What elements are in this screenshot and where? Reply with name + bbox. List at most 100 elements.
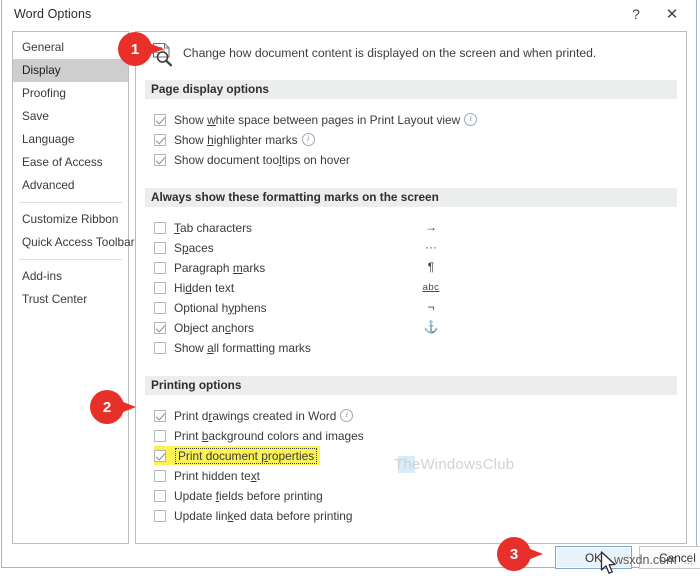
sidebar-item-language[interactable]: Language bbox=[13, 128, 128, 151]
checkbox-label-update-linked-data-before-printing: Update linked data before printing bbox=[174, 508, 353, 523]
accelerator-char: k bbox=[227, 508, 234, 523]
accelerator-char: y bbox=[228, 300, 235, 315]
title-bar: Word Options ? ✕ bbox=[2, 0, 696, 30]
checkbox-paragraph-marks[interactable] bbox=[154, 261, 166, 274]
sidebar-item-save[interactable]: Save bbox=[13, 105, 128, 128]
checkbox-show-all-formatting-marks[interactable] bbox=[154, 341, 166, 354]
checkbox-row-paragraph-marks[interactable]: Paragraph marks bbox=[154, 258, 265, 277]
checkbox-row-print-background-colors-and-images[interactable]: Print background colors and images bbox=[154, 426, 364, 445]
checkbox-spaces[interactable] bbox=[154, 241, 166, 254]
accelerator-char: x bbox=[250, 468, 257, 483]
checkbox-update-fields-before-printing[interactable] bbox=[154, 489, 166, 502]
sidebar-item-ease-of-access[interactable]: Ease of Access bbox=[13, 151, 128, 174]
space-dots-icon: ··· bbox=[425, 240, 437, 254]
sidebar-item-label: Add-ins bbox=[22, 269, 62, 283]
checkbox-label-print-background-colors-and-images: Print background colors and images bbox=[174, 428, 364, 443]
pilcrow-icon: ¶ bbox=[427, 260, 435, 274]
checkbox-row-show-white-space-between-pages-in-print-layout-view[interactable]: Show white space between pages in Print … bbox=[154, 110, 478, 129]
sidebar-item-label: Quick Access Toolbar bbox=[22, 235, 135, 249]
sidebar-item-general[interactable]: General bbox=[13, 36, 128, 59]
callout-marker-2: 2 bbox=[90, 390, 136, 424]
checkbox-show-white-space-between-pages-in-print-layout-view[interactable] bbox=[154, 113, 166, 126]
checkbox-optional-hyphens[interactable] bbox=[154, 301, 166, 314]
accelerator-char: r bbox=[208, 408, 213, 423]
checkbox-label-hidden-text: Hidden text bbox=[174, 280, 235, 295]
sidebar-divider bbox=[19, 202, 122, 203]
accelerator-char: a bbox=[207, 340, 214, 355]
section-heading-printing-options: Printing options bbox=[145, 376, 677, 395]
callout-marker-3: 3 bbox=[497, 537, 543, 571]
checkbox-row-print-drawings-created-in-word[interactable]: Print drawings created in Word i bbox=[154, 406, 354, 425]
checkbox-object-anchors[interactable] bbox=[154, 321, 166, 334]
sidebar-item-label: Trust Center bbox=[22, 292, 88, 306]
sidebar-item-display[interactable]: Display bbox=[13, 59, 128, 82]
checkbox-label-show-document-tooltips-on-hover: Show document tooltips on hover bbox=[174, 152, 350, 167]
checkbox-label-print-hidden-text: Print hidden text bbox=[174, 468, 260, 483]
sidebar-item-trust-center[interactable]: Trust Center bbox=[13, 288, 128, 311]
accelerator-char: m bbox=[232, 260, 243, 275]
checkbox-row-print-hidden-text[interactable]: Print hidden text bbox=[154, 466, 260, 485]
sidebar-item-label: Language bbox=[22, 132, 75, 146]
checkbox-label-tab-characters: Tab characters bbox=[174, 220, 252, 235]
help-icon[interactable]: ? bbox=[620, 0, 652, 28]
checkbox-hidden-text[interactable] bbox=[154, 281, 166, 294]
checkbox-row-tab-characters[interactable]: Tab characters bbox=[154, 218, 252, 237]
accelerator-char: c bbox=[224, 320, 231, 335]
accelerator-char: d bbox=[185, 280, 192, 295]
checkbox-row-show-all-formatting-marks[interactable]: Show all formatting marks bbox=[154, 338, 311, 357]
info-icon[interactable]: i bbox=[340, 409, 354, 422]
panel-intro: Change how document content is displayed… bbox=[136, 38, 686, 74]
callout-marker-1: 1 bbox=[118, 32, 164, 66]
checkbox-label-optional-hyphens: Optional hyphens bbox=[174, 300, 267, 315]
resize-grip[interactable] bbox=[683, 555, 693, 565]
checkbox-label-paragraph-marks: Paragraph marks bbox=[174, 260, 266, 275]
sidebar-item-customize-ribbon[interactable]: Customize Ribbon bbox=[13, 208, 128, 231]
checkbox-row-hidden-text[interactable]: Hidden text bbox=[154, 278, 234, 297]
sidebar-item-add-ins[interactable]: Add-ins bbox=[13, 265, 128, 288]
sidebar-item-quick-access-toolbar[interactable]: Quick Access Toolbar bbox=[13, 231, 135, 254]
checkbox-update-linked-data-before-printing[interactable] bbox=[154, 509, 166, 522]
checkbox-print-hidden-text[interactable] bbox=[154, 469, 166, 482]
info-icon[interactable]: i bbox=[464, 113, 478, 126]
sidebar-divider bbox=[19, 259, 122, 260]
checkbox-print-background-colors-and-images[interactable] bbox=[154, 429, 166, 442]
hidden-text-icon: abc bbox=[422, 282, 440, 293]
checkbox-row-optional-hyphens[interactable]: Optional hyphens bbox=[154, 298, 267, 317]
wsxdn-watermark: wsxdn.com bbox=[614, 553, 677, 567]
sidebar-item-advanced[interactable]: Advanced bbox=[13, 174, 128, 197]
checkbox-label-show-white-space-between-pages-in-print-layout-view: Show white space between pages in Print … bbox=[174, 112, 461, 127]
sidebar-item-proofing[interactable]: Proofing bbox=[13, 82, 128, 105]
checkbox-label-show-highlighter-marks: Show highlighter marks bbox=[174, 132, 298, 147]
checkbox-row-show-highlighter-marks[interactable]: Show highlighter marks i bbox=[154, 130, 315, 149]
checkbox-label-spaces: Spaces bbox=[174, 240, 214, 255]
checkbox-tab-characters[interactable] bbox=[154, 221, 166, 234]
checkbox-row-update-linked-data-before-printing[interactable]: Update linked data before printing bbox=[154, 506, 353, 525]
word-options-dialog: Word Options ? ✕ General Display Proofing S… bbox=[1, 0, 700, 569]
info-icon[interactable]: i bbox=[301, 133, 315, 146]
checkbox-row-object-anchors[interactable]: Object anchors bbox=[154, 318, 254, 337]
checkbox-label-print-document-properties: Print document properties bbox=[175, 447, 318, 464]
checkbox-label-show-all-formatting-marks: Show all formatting marks bbox=[174, 340, 311, 355]
accelerator-char: f bbox=[215, 488, 219, 503]
checkbox-show-highlighter-marks[interactable] bbox=[154, 133, 166, 146]
callout-number: 2 bbox=[90, 390, 124, 424]
checkbox-print-drawings-created-in-word[interactable] bbox=[154, 409, 166, 422]
close-icon[interactable]: ✕ bbox=[656, 0, 688, 28]
checkbox-row-show-document-tooltips-on-hover[interactable]: Show document tooltips on hover bbox=[154, 150, 350, 169]
sidebar-item-label: Customize Ribbon bbox=[22, 212, 119, 226]
checkbox-row-update-fields-before-printing[interactable]: Update fields before printing bbox=[154, 486, 323, 505]
navigation-sidebar[interactable]: General Display Proofing Save Language Ease o… bbox=[12, 31, 135, 544]
checkbox-row-spaces[interactable]: Spaces bbox=[154, 238, 214, 257]
checkbox-show-document-tooltips-on-hover[interactable] bbox=[154, 153, 166, 166]
checkbox-print-document-properties[interactable] bbox=[154, 449, 166, 462]
window-title: Word Options bbox=[14, 7, 92, 21]
accelerator-char: l bbox=[279, 152, 282, 167]
sidebar-item-label: Save bbox=[22, 109, 49, 123]
section-heading-formatting-marks: Always show these formatting marks on th… bbox=[145, 188, 677, 207]
sidebar-item-label: Ease of Access bbox=[22, 155, 103, 169]
section-heading-page-display-options: Page display options bbox=[145, 80, 677, 99]
callout-number: 1 bbox=[118, 32, 152, 66]
callout-number: 3 bbox=[497, 537, 531, 571]
checkbox-row-print-document-properties[interactable]: Print document properties bbox=[154, 446, 321, 465]
options-content-panel: Change how document content is displayed… bbox=[135, 31, 687, 544]
